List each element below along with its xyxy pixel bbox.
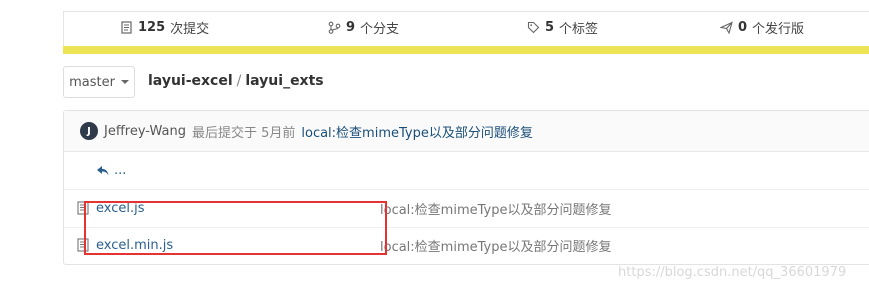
file-commit-message[interactable]: local:检查mimeType以及部分问题修复 [380, 199, 611, 218]
commit-author[interactable]: Jeffrey-Wang [104, 124, 186, 139]
branches-stat[interactable]: 9 个分支 [328, 18, 399, 37]
releases-label: 个发行版 [752, 22, 805, 37]
file-name-link[interactable]: excel.min.js [96, 238, 173, 253]
watermark: https://blog.csdn.net/qq_36601979 [618, 265, 847, 280]
releases-stat[interactable]: 0 个发行版 [720, 18, 804, 37]
repo-stats-bar: 125 次提交 9 个分支 5 个标签 0 个发行版 [63, 11, 869, 54]
breadcrumb-repo-link[interactable]: layui-excel [148, 73, 233, 89]
breadcrumb-separator: / [236, 73, 242, 89]
send-release-icon [720, 21, 733, 34]
tags-label: 个标签 [559, 22, 599, 37]
avatar[interactable]: J [80, 122, 98, 140]
commits-label: 次提交 [170, 22, 210, 37]
commits-count: 125 [138, 20, 166, 35]
tags-stat[interactable]: 5 个标签 [527, 18, 598, 37]
releases-count: 0 [738, 20, 748, 35]
commit-message-link[interactable]: local:检查mimeType以及部分问题修复 [301, 122, 532, 141]
branch-name: master [69, 74, 115, 90]
branches-count: 9 [346, 20, 356, 35]
latest-commit-bar: J Jeffrey-Wang 最后提交于 5月前 local:检查mimeTyp… [64, 111, 869, 152]
commit-log-icon [121, 21, 132, 34]
branches-label: 个分支 [360, 22, 400, 37]
file-icon [77, 238, 89, 252]
commit-meta: 最后提交于 5月前 [191, 125, 296, 141]
file-row[interactable]: excel.min.js local:检查mimeType以及部分问题修复 [64, 227, 869, 264]
parent-directory-label: ... [114, 163, 127, 178]
tag-icon [527, 21, 540, 34]
tags-count: 5 [545, 20, 555, 35]
file-row[interactable]: excel.js local:检查mimeType以及部分问题修复 [64, 190, 869, 228]
commits-stat[interactable]: 125 次提交 [120, 18, 209, 37]
breadcrumb: layui-excel / layui_exts [148, 73, 324, 89]
parent-directory-row[interactable]: ... [64, 152, 869, 190]
chevron-down-icon [120, 80, 129, 84]
file-icon [77, 201, 89, 215]
file-commit-message[interactable]: local:检查mimeType以及部分问题修复 [380, 236, 611, 255]
stats-accent-bar [63, 46, 869, 54]
branch-select-button[interactable]: master [63, 66, 135, 98]
file-list-panel: J Jeffrey-Wang 最后提交于 5月前 local:检查mimeTyp… [63, 110, 869, 265]
file-name-link[interactable]: excel.js [96, 201, 145, 216]
reply-arrow-icon [97, 165, 109, 175]
breadcrumb-folder: layui_exts [245, 73, 324, 89]
branch-icon [328, 21, 341, 34]
